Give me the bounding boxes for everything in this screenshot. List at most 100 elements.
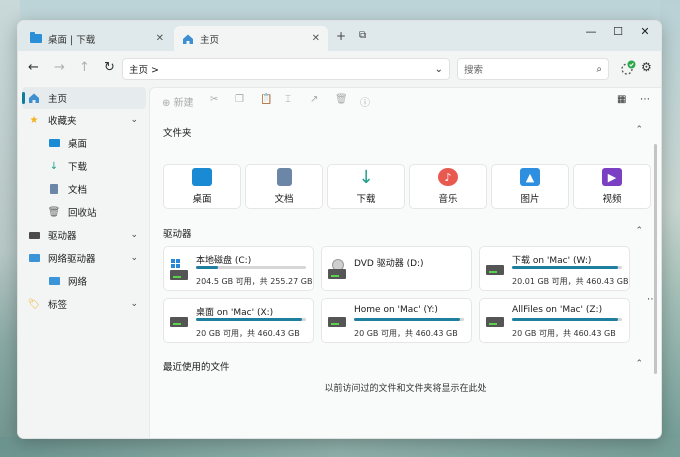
folder-card-downloads[interactable]: ↓ 下载 <box>327 164 405 209</box>
sidebar-item-documents[interactable]: 文档 <box>22 178 146 200</box>
sidebar-item-label: 下载 <box>68 162 88 173</box>
new-tab-button[interactable]: + <box>336 29 346 43</box>
search-input[interactable]: 搜索 ⌕ <box>457 58 609 80</box>
folder-card-documents[interactable]: 文档 <box>245 164 323 209</box>
folder-label: 桌面 <box>192 194 212 205</box>
main-content: ⊕ 新建 ✂ ❐ 📋 ⌶ ↗ 🗑 ⓘ ▦ ⋯ 文件夹 ⌃ 桌面 文档 ↓ 下载 … <box>149 87 661 438</box>
close-window-button[interactable]: ✕ <box>631 25 659 38</box>
cut-icon[interactable]: ✂ <box>210 94 218 105</box>
sidebar-item-network[interactable]: 网络 <box>22 270 146 292</box>
copy-icon[interactable]: ❐ <box>235 94 244 105</box>
drive-name: AllFiles on 'Mac' (Z:) <box>512 305 603 315</box>
folder-label: 下载 <box>356 194 376 205</box>
drive-size: 20.01 GB 可用，共 460.43 GB <box>512 277 629 286</box>
sidebar-item-label: 驱动器 <box>48 231 77 242</box>
drive-size: 20 GB 可用，共 460.43 GB <box>354 329 458 338</box>
layout-icon[interactable]: ▦ <box>617 94 626 105</box>
folder-card-music[interactable]: ♪ 音乐 <box>409 164 487 209</box>
chevron-up-icon[interactable]: ⌃ <box>635 359 643 369</box>
network-drive-icon <box>486 311 506 331</box>
tab-overview-icon[interactable]: ⧉ <box>359 30 366 41</box>
back-arrow-icon[interactable]: ← <box>28 60 39 75</box>
files-window: 桌面 | 下载 ✕ 主页 ✕ + ⧉ — ☐ ✕ ← → ↑ ↻ 主页 > ⌄ … <box>17 20 662 439</box>
sidebar-item-desktop[interactable]: 桌面 <box>22 132 146 154</box>
sync-status-icon[interactable] <box>620 60 636 76</box>
folder-label: 文档 <box>274 194 294 205</box>
minimize-button[interactable]: — <box>577 25 605 38</box>
sidebar-item-label: 标签 <box>48 300 68 311</box>
folder-card-pictures[interactable]: ▲ 图片 <box>491 164 569 209</box>
address-bar[interactable]: 主页 > ⌄ <box>122 58 450 80</box>
address-row: ← → ↑ ↻ 主页 > ⌄ 搜索 ⌕ ⚙ <box>18 51 661 87</box>
drive-card-z[interactable]: AllFiles on 'Mac' (Z:) 20 GB 可用，共 460.43… <box>479 298 630 343</box>
music-icon: ♪ <box>438 168 458 186</box>
drive-card-x[interactable]: 桌面 on 'Mac' (X:) 20 GB 可用，共 460.43 GB <box>163 298 314 343</box>
close-tab-icon[interactable]: ✕ <box>312 33 320 44</box>
drive-card-w[interactable]: 下载 on 'Mac' (W:) 20.01 GB 可用，共 460.43 GB <box>479 246 630 291</box>
network-drive-icon <box>328 311 348 331</box>
folders-section-title: 文件夹 <box>163 128 192 139</box>
drives-section-title: 驱动器 <box>163 229 192 240</box>
star-icon: ★ <box>29 114 39 126</box>
chevron-down-icon[interactable]: ⌄ <box>130 299 138 309</box>
wallpaper-right <box>660 0 680 457</box>
tab-desktop-downloads[interactable]: 桌面 | 下载 ✕ <box>22 26 172 51</box>
properties-icon[interactable]: ⓘ <box>360 94 370 109</box>
sidebar-item-label: 网络 <box>68 277 88 288</box>
gear-icon[interactable]: ⚙ <box>641 60 652 74</box>
title-bar: 桌面 | 下载 ✕ 主页 ✕ + ⧉ — ☐ ✕ <box>18 21 661 51</box>
recent-section-title: 最近使用的文件 <box>163 362 230 373</box>
recent-empty-message: 以前访问过的文件和文件夹将显示在此处 <box>324 384 487 394</box>
network-drive-icon <box>486 259 506 279</box>
chevron-down-icon[interactable]: ⌄ <box>130 253 138 263</box>
delete-icon[interactable]: 🗑 <box>335 94 348 105</box>
drive-name: Home on 'Mac' (Y:) <box>354 305 438 315</box>
download-icon: ↓ <box>358 166 374 188</box>
chevron-up-icon[interactable]: ⌃ <box>635 226 643 236</box>
folder-card-videos[interactable]: ▶ 视频 <box>573 164 651 209</box>
sidebar-item-recycle-bin[interactable]: 🗑 回收站 <box>22 201 146 223</box>
rename-icon[interactable]: ⌶ <box>285 94 291 105</box>
chevron-down-icon[interactable]: ⌄ <box>130 115 138 125</box>
new-button[interactable]: ⊕ 新建 <box>162 94 194 109</box>
refresh-icon[interactable]: ↻ <box>104 60 115 75</box>
breadcrumb[interactable]: 主页 > <box>129 62 159 76</box>
download-icon: ↓ <box>49 160 59 172</box>
wallpaper-bottom <box>0 437 680 457</box>
share-icon[interactable]: ↗ <box>310 94 318 105</box>
drive-card-d[interactable]: DVD 驱动器 (D:) <box>321 246 472 291</box>
tab-home[interactable]: 主页 ✕ <box>174 26 328 51</box>
document-icon <box>48 183 60 195</box>
more-options-icon[interactable]: ⋯ <box>640 94 650 105</box>
folder-card-desktop[interactable]: 桌面 <box>163 164 241 209</box>
close-tab-icon[interactable]: ✕ <box>156 33 164 44</box>
sidebar-item-home[interactable]: 主页 <box>22 87 146 109</box>
document-icon <box>276 168 292 186</box>
sidebar-item-label: 收藏夹 <box>48 116 77 127</box>
sidebar-item-label: 回收站 <box>68 208 97 219</box>
up-arrow-icon[interactable]: ↑ <box>79 60 90 75</box>
windows-drive-icon <box>170 259 190 280</box>
search-icon[interactable]: ⌕ <box>596 64 602 75</box>
recycle-bin-icon: 🗑 <box>47 206 61 218</box>
forward-arrow-icon[interactable]: → <box>54 60 65 75</box>
maximize-button[interactable]: ☐ <box>604 25 632 38</box>
vertical-scrollbar[interactable] <box>654 144 657 374</box>
drive-card-c[interactable]: 本地磁盘 (C:) 204.5 GB 可用，共 255.27 GB <box>163 246 314 291</box>
sidebar-item-tags[interactable]: 🏷 标签 ⌄ <box>22 293 146 315</box>
sidebar-item-drives[interactable]: 驱动器 ⌄ <box>22 224 146 246</box>
desktop-icon <box>48 137 60 149</box>
video-icon: ▶ <box>602 168 622 186</box>
chevron-up-icon[interactable]: ⌃ <box>635 125 643 135</box>
network-drive-icon <box>170 311 190 331</box>
drive-card-y[interactable]: Home on 'Mac' (Y:) 20 GB 可用，共 460.43 GB <box>321 298 472 343</box>
paste-icon[interactable]: 📋 <box>260 94 272 105</box>
sidebar-item-network-drives[interactable]: 网络驱动器 ⌄ <box>22 247 146 269</box>
home-icon <box>29 93 39 103</box>
drive-size: 20 GB 可用，共 460.43 GB <box>196 329 300 338</box>
chevron-down-icon[interactable]: ⌄ <box>130 230 138 240</box>
chevron-down-icon[interactable]: ⌄ <box>435 64 443 75</box>
desktop-icon <box>192 168 212 186</box>
sidebar-item-downloads[interactable]: ↓ 下载 <box>22 155 146 177</box>
sidebar-item-favorites[interactable]: ★ 收藏夹 ⌄ <box>22 109 146 131</box>
